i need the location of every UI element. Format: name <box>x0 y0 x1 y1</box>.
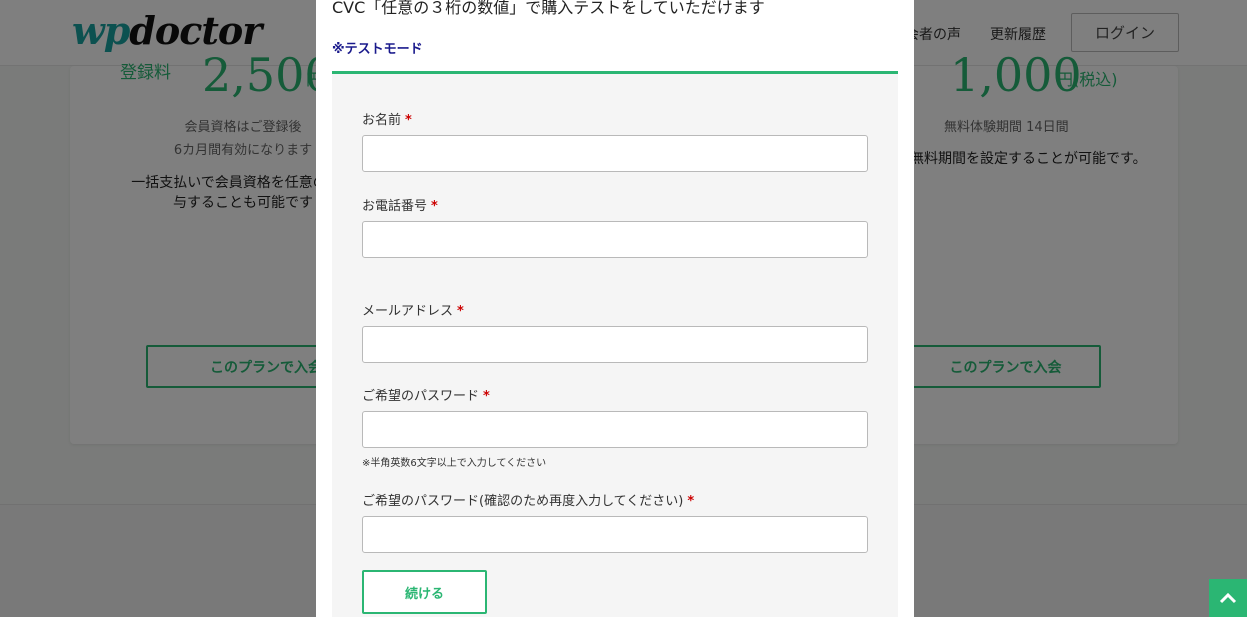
test-mode-label: ※テストモード <box>332 42 423 57</box>
continue-button[interactable]: 続ける <box>362 570 487 614</box>
phone-input[interactable] <box>362 221 868 258</box>
required-mark: * <box>457 304 464 319</box>
chevron-up-icon <box>1219 592 1237 604</box>
modal-heading: CVC「任意の３桁の数値」で購入テストをしていただけます <box>332 0 765 17</box>
required-mark: * <box>431 199 438 214</box>
required-mark: * <box>483 389 490 404</box>
email-label-text: メールアドレス <box>362 304 454 319</box>
password-confirm-label: ご希望のパスワード(確認のため再度入力してください) * <box>362 490 694 509</box>
required-mark: * <box>405 113 412 128</box>
phone-label-text: お電話番号 <box>362 199 428 214</box>
name-label: お名前 * <box>362 109 412 128</box>
required-mark: * <box>687 494 695 509</box>
email-input[interactable] <box>362 326 868 363</box>
name-input[interactable] <box>362 135 868 172</box>
password-hint: ※半角英数6文字以上で入力してください <box>362 458 547 469</box>
password-label: ご希望のパスワード * <box>362 385 490 404</box>
password-confirm-label-text: ご希望のパスワード(確認のため再度入力してください) <box>362 494 684 509</box>
signup-form: お名前 * お電話番号 * メールアドレス * ご希望のパスワード * ※半角英数6文字… <box>332 71 898 617</box>
password-input[interactable] <box>362 411 868 448</box>
signup-modal: CVC「任意の３桁の数値」で購入テストをしていただけます ※テストモード お名前… <box>316 0 914 617</box>
scroll-to-top-button[interactable] <box>1209 579 1247 617</box>
email-label: メールアドレス * <box>362 300 464 319</box>
password-confirm-input[interactable] <box>362 516 868 553</box>
password-label-text: ご希望のパスワード <box>362 389 480 404</box>
phone-label: お電話番号 * <box>362 195 438 214</box>
name-label-text: お名前 <box>362 113 402 128</box>
